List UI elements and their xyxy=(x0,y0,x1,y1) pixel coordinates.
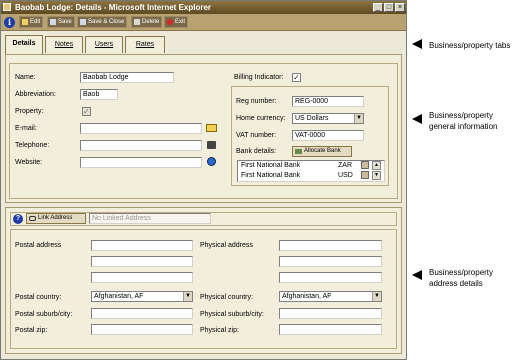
pencil-icon xyxy=(22,19,28,25)
postal-country-select[interactable]: Afghanistan, AF ▼ xyxy=(91,291,193,302)
disk-icon xyxy=(50,19,56,25)
scroll-up-icon[interactable]: ▲ xyxy=(372,161,381,170)
arrow-left-icon xyxy=(412,270,422,280)
title-bar: Baobab Lodge: Details - Microsoft Intern… xyxy=(1,1,406,14)
exit-icon xyxy=(167,19,173,25)
physical-country-label: Physical country: xyxy=(200,294,253,301)
physical-suburb-label: Physical suburb/city: xyxy=(200,311,264,318)
postal-address-label: Postal address xyxy=(15,242,62,249)
chevron-down-icon[interactable]: ▼ xyxy=(372,292,381,301)
bank-currency-1: ZAR xyxy=(338,162,352,169)
linked-address-field: No Linked Address xyxy=(89,213,211,224)
edit-button[interactable]: Edit xyxy=(19,16,44,28)
annotation-general: Business/property general information xyxy=(429,111,498,131)
tab-users[interactable]: Users xyxy=(85,36,123,53)
phone-icon[interactable] xyxy=(207,141,216,149)
close-button[interactable]: × xyxy=(395,3,405,12)
reg-number-label: Reg number: xyxy=(236,98,277,105)
save-close-button[interactable]: Save & Close xyxy=(77,16,128,28)
bank-icon xyxy=(295,149,302,154)
telephone-input[interactable] xyxy=(80,140,202,151)
physical-zip-input[interactable] xyxy=(279,324,382,335)
allocate-bank-button[interactable]: Allocate Bank xyxy=(292,146,352,157)
email-input[interactable] xyxy=(80,123,202,134)
tab-rates[interactable]: Rates xyxy=(125,36,165,53)
chevron-down-icon[interactable]: ▼ xyxy=(183,292,192,301)
website-input[interactable] xyxy=(80,157,202,168)
minimize-button[interactable]: _ xyxy=(373,3,383,12)
postal-address-line-1[interactable] xyxy=(91,240,193,251)
name-label: Name: xyxy=(15,74,36,81)
physical-address-line-2[interactable] xyxy=(279,256,382,267)
billing-indicator-label: Billing Indicator: xyxy=(234,74,284,81)
arrow-left-icon xyxy=(412,39,422,49)
app-icon xyxy=(3,3,11,11)
bank-name-1: First National Bank xyxy=(241,162,301,169)
tab-notes[interactable]: Notes xyxy=(45,36,83,53)
remove-bank-icon[interactable] xyxy=(361,161,369,169)
postal-suburb-input[interactable] xyxy=(91,308,193,319)
save-button[interactable]: Save xyxy=(47,16,75,28)
home-currency-label: Home currency: xyxy=(236,115,286,122)
globe-icon[interactable] xyxy=(207,157,216,166)
telephone-label: Telephone: xyxy=(15,142,50,149)
vat-number-input[interactable]: VAT-0000 xyxy=(292,130,364,141)
delete-button[interactable]: Delete xyxy=(131,16,163,28)
postal-address-line-2[interactable] xyxy=(91,256,193,267)
postal-suburb-label: Postal suburb/city: xyxy=(15,311,73,318)
email-label: E-mail: xyxy=(15,125,37,132)
chevron-down-icon[interactable]: ▼ xyxy=(354,114,363,123)
scroll-down-icon[interactable]: ▼ xyxy=(372,171,381,180)
info-icon[interactable]: i xyxy=(4,17,15,28)
bank-name-2: First National Bank xyxy=(241,172,301,179)
tab-details[interactable]: Details xyxy=(5,35,43,54)
link-icon xyxy=(29,216,36,221)
physical-suburb-input[interactable] xyxy=(279,308,382,319)
window-title: Baobab Lodge: Details - Microsoft Intern… xyxy=(15,3,212,12)
vat-number-label: VAT number: xyxy=(236,132,277,139)
help-icon[interactable]: ? xyxy=(13,214,23,224)
abbreviation-label: Abbreviation: xyxy=(15,91,56,98)
postal-country-label: Postal country: xyxy=(15,294,62,301)
disk-icon xyxy=(80,19,86,25)
physical-zip-label: Physical zip: xyxy=(200,327,239,334)
exit-button[interactable]: Exit xyxy=(164,16,189,28)
postal-address-line-3[interactable] xyxy=(91,272,193,283)
bank-currency-2: USD xyxy=(338,172,353,179)
property-checkbox[interactable]: ✓ xyxy=(82,107,91,116)
physical-address-label: Physical address xyxy=(200,242,253,249)
abbreviation-input[interactable]: Baob xyxy=(80,89,118,100)
physical-address-line-3[interactable] xyxy=(279,272,382,283)
envelope-icon[interactable] xyxy=(206,124,217,132)
annotation-address: Business/property address details xyxy=(429,268,494,288)
reg-number-input[interactable]: REG-0000 xyxy=(292,96,364,107)
remove-bank-icon[interactable] xyxy=(361,171,369,179)
website-label: Website: xyxy=(15,159,43,166)
physical-country-select[interactable]: Afghanistan, AF ▼ xyxy=(279,291,382,302)
arrow-left-icon xyxy=(412,114,422,124)
home-currency-select[interactable]: US Dollars ▼ xyxy=(292,113,364,124)
maximize-button[interactable]: □ xyxy=(384,3,394,12)
annotation-tabs: Business/property tabs xyxy=(429,41,511,50)
bank-details-label: Bank details: xyxy=(236,148,277,155)
billing-indicator-checkbox[interactable]: ✓ xyxy=(292,73,301,82)
physical-address-line-1[interactable] xyxy=(279,240,382,251)
property-label: Property: xyxy=(15,108,44,115)
trash-icon xyxy=(134,19,140,25)
link-address-button[interactable]: Link Address xyxy=(26,213,86,224)
name-input[interactable]: Baobab Lodge xyxy=(80,72,174,83)
postal-zip-label: Postal zip: xyxy=(15,327,48,334)
postal-zip-input[interactable] xyxy=(91,324,193,335)
